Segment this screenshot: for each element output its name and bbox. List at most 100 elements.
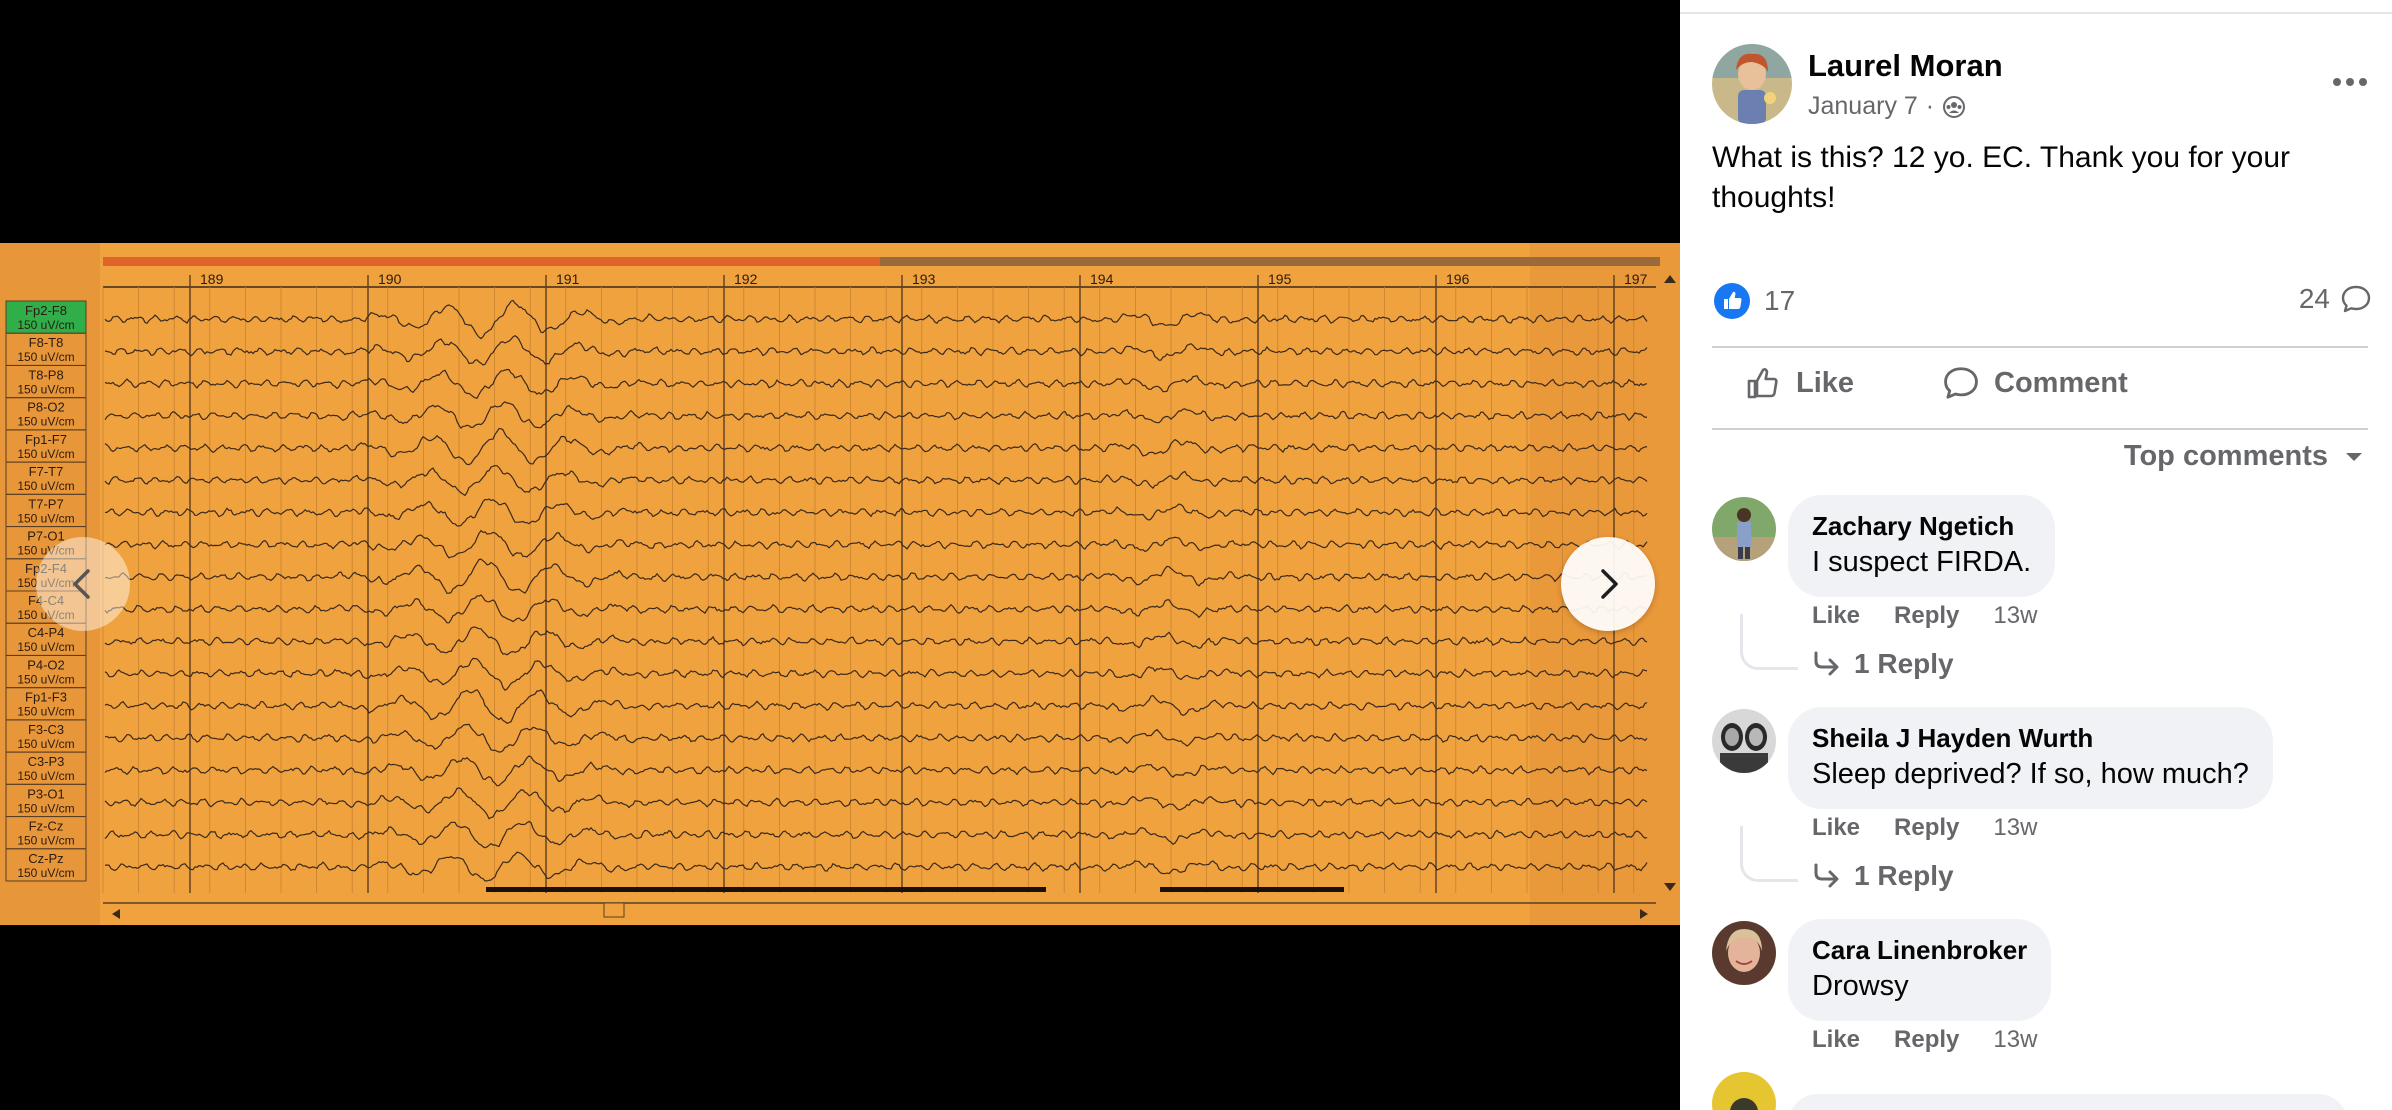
eeg-background (0, 243, 1680, 925)
comment-avatar[interactable] (1712, 921, 1776, 985)
caret-down-icon (2346, 452, 2362, 461)
eeg-channel-scale: 150 uV/cm (17, 382, 74, 396)
comment-bubble-icon (2341, 285, 2371, 313)
comment-icon (1944, 367, 1978, 399)
comment-bubble (1788, 1094, 2348, 1110)
like-reaction-icon (1714, 283, 1750, 319)
eeg-channel-name: Fp1-F7 (25, 432, 67, 447)
comment-count: 24 (2298, 283, 2330, 314)
comment-bubble: Cara Linenbroker Drowsy (1788, 919, 2052, 1021)
like-label: Like (1796, 366, 1855, 399)
comment-avatar[interactable] (1712, 497, 1776, 561)
eeg-channel-scale: 150 uV/cm (17, 769, 74, 783)
eeg-time-label: 189 (200, 271, 224, 287)
eeg-timeline-bar (880, 257, 1660, 266)
avatar-image (1712, 497, 1776, 561)
view-replies-link[interactable]: 1 Reply (1812, 860, 1954, 892)
comment-reply-button[interactable]: Reply (1894, 602, 1959, 630)
author-avatar[interactable] (1712, 44, 1792, 124)
comment-avatar[interactable] (1712, 709, 1776, 773)
comment-button[interactable]: Comment (1942, 364, 2128, 402)
thumbs-up-icon (1747, 368, 1778, 399)
post-date[interactable]: January 7 (1808, 92, 1918, 121)
eeg-channel-name: T8-P8 (28, 367, 63, 382)
eeg-channel-scale: 150 uV/cm (17, 350, 74, 364)
eeg-image: 189 190 191 192 193 194 195 196 197 Fp2-F8150 uV… (0, 243, 1680, 925)
comment-count-link[interactable]: 24 (2299, 283, 2372, 315)
chevron-left-icon (73, 569, 90, 599)
eeg-channel-name: F3-C3 (28, 722, 64, 737)
eeg-channel-name: Fp1-F3 (25, 690, 67, 705)
avatar-image (1712, 1072, 1776, 1110)
eeg-channel-name: P7-O1 (27, 529, 65, 544)
eeg-marker-bar-2 (1160, 887, 1344, 892)
eeg-time-label: 193 (912, 271, 936, 287)
comment-sort-label: Top comments (2123, 440, 2328, 472)
eeg-time-label: 190 (378, 271, 402, 287)
reply-arrow-icon (1814, 863, 1839, 888)
replies-count: 1 Reply (1854, 648, 1954, 679)
reaction-summary[interactable]: 17 (1714, 283, 1795, 319)
eeg-channel-name: P4-O2 (27, 657, 65, 672)
comment-reply-button[interactable]: Reply (1894, 1026, 1959, 1054)
group-audience-icon (1943, 95, 1966, 118)
commenter-name[interactable]: Sheila J Hayden Wurth (1812, 721, 2249, 755)
reply-arrow-icon (1814, 651, 1839, 676)
eeg-channel-scale: 150 uV/cm (17, 318, 74, 332)
author-name[interactable]: Laurel Moran (1808, 48, 2003, 84)
top-divider (1680, 12, 2392, 14)
eeg-channel-name: Fz-Cz (29, 819, 64, 834)
chevron-right-icon (1601, 569, 1618, 599)
eeg-channel-name: F7-T7 (29, 464, 64, 479)
eeg-channel-scale: 150 uV/cm (17, 640, 74, 654)
eeg-channel-name: F8-T8 (29, 335, 64, 350)
eeg-channel-scale: 150 uV/cm (17, 834, 74, 848)
eeg-channel-scale: 150 uV/cm (17, 511, 74, 525)
commenter-name[interactable]: Zachary Ngetich (1812, 509, 2031, 543)
actions-divider-top (1712, 346, 2368, 348)
eeg-channel-name: C3-P3 (28, 754, 65, 769)
comment-actions: Like Reply 13w (1812, 602, 2037, 630)
comment-sort-dropdown[interactable]: Top comments (2124, 440, 2364, 473)
eeg-time-label: 191 (556, 271, 580, 287)
eeg-scrollbar-thumb[interactable] (603, 902, 625, 918)
eeg-selection-bar (103, 257, 880, 266)
view-replies-link[interactable]: 1 Reply (1812, 648, 1954, 680)
eeg-channel-name: P3-O1 (27, 786, 65, 801)
commenter-name[interactable]: Cara Linenbroker (1812, 933, 2027, 967)
eeg-channel-scale: 150 uV/cm (17, 479, 74, 493)
comment-timestamp[interactable]: 13w (1993, 1026, 2037, 1054)
comment-bubble: Sheila J Hayden Wurth Sleep deprived? If… (1788, 707, 2273, 809)
comment-text: Drowsy (1812, 970, 1909, 1002)
comment-label: Comment (1994, 366, 2128, 399)
comment-actions: Like Reply 13w (1812, 814, 2037, 842)
comment-like-button[interactable]: Like (1812, 602, 1860, 630)
eeg-channel-scale: 150 uV/cm (17, 737, 74, 751)
comment-like-button[interactable]: Like (1812, 814, 1860, 842)
more-dots-icon (2333, 78, 2367, 86)
eeg-time-label: 195 (1268, 271, 1292, 287)
eeg-time-label: 194 (1090, 271, 1114, 287)
post-sidebar: Laurel Moran January 7 · What is this? 1… (1680, 0, 2392, 1110)
next-photo-button[interactable] (1561, 537, 1655, 631)
actions-divider-bottom (1712, 428, 2368, 430)
comment-reply-button[interactable]: Reply (1894, 814, 1959, 842)
like-button[interactable]: Like (1744, 364, 1854, 402)
comment-avatar[interactable] (1712, 1072, 1776, 1110)
more-options-button[interactable] (2326, 62, 2374, 102)
comment-timestamp[interactable]: 13w (1993, 602, 2037, 630)
comment-actions: Like Reply 13w (1812, 1026, 2037, 1054)
eeg-channel-scale: 150 uV/cm (17, 447, 74, 461)
comment-like-button[interactable]: Like (1812, 1026, 1860, 1054)
eeg-channel-scale: 150 uV/cm (17, 672, 74, 686)
eeg-channel-name: Cz-Pz (28, 851, 63, 866)
eeg-time-label: 192 (734, 271, 758, 287)
avatar-image (1712, 44, 1792, 124)
previous-photo-button[interactable] (36, 537, 130, 631)
post-text: What is this? 12 yo. EC. Thank you for y… (1712, 141, 2291, 214)
meta-separator: · (1925, 92, 1935, 120)
comment-text: I suspect FIRDA. (1812, 546, 2032, 578)
post-meta: January 7 · (1808, 92, 1966, 121)
comment-timestamp[interactable]: 13w (1993, 814, 2037, 842)
eeg-time-label: 197 (1624, 271, 1648, 287)
